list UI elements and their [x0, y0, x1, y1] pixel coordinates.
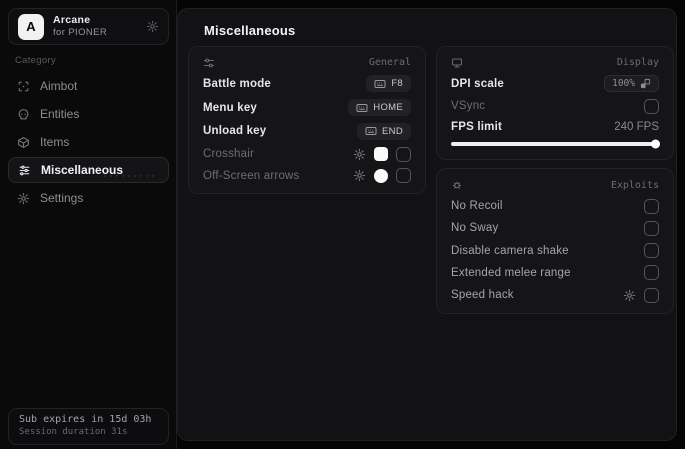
crosshair-checkbox[interactable] — [396, 146, 411, 162]
no-recoil-checkbox[interactable] — [644, 198, 659, 214]
gear-icon[interactable] — [146, 20, 159, 33]
fps-limit-value: 240 FPS — [614, 120, 659, 133]
keybind-chip[interactable]: END — [357, 122, 411, 140]
keyboard-icon — [374, 79, 386, 89]
sliders-icon — [203, 57, 215, 69]
keybind-value: F8 — [391, 78, 403, 90]
keybind-chip[interactable]: HOME — [348, 99, 411, 117]
app-name: Arcane — [53, 14, 91, 26]
subscription-card: Sub expires in 15d 03h Session duration … — [8, 408, 169, 445]
keybind-chip[interactable]: F8 — [366, 75, 411, 93]
exploits-panel: Exploits No Recoil No Sway Disable camer… — [436, 168, 674, 314]
gear-icon — [17, 192, 30, 205]
general-panel: General Battle mode F8 Menu key HOME Unl… — [188, 46, 426, 194]
package-box-icon — [17, 136, 30, 149]
setting-row-dpi-scale: DPI scale 100% — [451, 75, 659, 93]
sidebar-item-items[interactable]: Items — [8, 129, 169, 155]
setting-row-fps-limit: FPS limit 240 FPS — [451, 120, 659, 133]
keyboard-icon — [365, 126, 377, 136]
disable-camera-shake-checkbox[interactable] — [644, 243, 659, 259]
crosshair-color-swatch[interactable] — [374, 147, 388, 162]
panel-title: Exploits — [610, 179, 659, 191]
scale-resize-icon — [640, 78, 651, 89]
keybind-value: END — [382, 125, 403, 137]
sidebar: A Arcane for PIONER Category Aimbot Enti… — [0, 0, 177, 449]
category-label: Category — [15, 55, 56, 66]
session-duration-text: Session duration 31s — [19, 427, 128, 437]
setting-row-battle-mode: Battle mode F8 — [203, 75, 411, 93]
offscreen-arrows-color-swatch[interactable] — [374, 168, 388, 183]
dpi-scale-value: 100% — [612, 78, 635, 90]
fps-limit-slider[interactable] — [451, 139, 660, 149]
sidebar-item-label: Aimbot — [40, 79, 78, 93]
monitor-icon — [451, 57, 463, 69]
setting-row-offscreen-arrows: Off-Screen arrows — [203, 168, 411, 184]
offscreen-arrows-checkbox[interactable] — [396, 168, 411, 184]
slider-track — [451, 142, 659, 147]
sidebar-item-entities[interactable]: Entities — [8, 101, 169, 127]
app-tagline: for PIONER — [53, 27, 108, 39]
sliders-icon — [18, 164, 31, 177]
setting-row-extended-melee-range: Extended melee range — [451, 265, 659, 281]
keyboard-icon — [356, 103, 368, 113]
setting-row-no-sway: No Sway — [451, 220, 659, 236]
sidebar-item-label: Entities — [40, 107, 80, 121]
dots-decoration — [102, 173, 158, 179]
no-sway-checkbox[interactable] — [644, 220, 659, 236]
extended-melee-range-checkbox[interactable] — [644, 265, 659, 281]
sub-expires-text: Sub expires in 15d 03h — [19, 414, 152, 425]
app-logo: A — [18, 13, 44, 40]
sidebar-item-miscellaneous[interactable]: Miscellaneous — [8, 157, 169, 183]
crosshair-scan-icon — [17, 80, 30, 93]
bug-icon — [451, 179, 463, 191]
panel-title: General — [368, 57, 411, 69]
setting-row-disable-camera-shake: Disable camera shake — [451, 243, 659, 259]
page-title: Miscellaneous — [204, 23, 296, 38]
display-panel: Display DPI scale 100% VSync FPS limit 2… — [436, 46, 674, 160]
main-content: Miscellaneous General Battle mode F8 Men… — [177, 8, 677, 441]
sidebar-item-settings[interactable]: Settings — [8, 185, 169, 211]
vsync-checkbox[interactable] — [644, 98, 659, 114]
slider-thumb[interactable] — [651, 139, 660, 149]
speed-hack-checkbox[interactable] — [644, 287, 659, 303]
panel-title: Display — [616, 57, 659, 69]
gear-icon[interactable] — [353, 169, 366, 182]
setting-row-unload-key: Unload key END — [203, 122, 411, 140]
sidebar-item-aimbot[interactable]: Aimbot — [8, 73, 169, 99]
setting-row-menu-key: Menu key HOME — [203, 99, 411, 117]
gear-icon[interactable] — [353, 148, 366, 161]
keybind-value: HOME — [373, 102, 403, 114]
sidebar-item-label: Settings — [40, 191, 84, 205]
app-window: A Arcane for PIONER Category Aimbot Enti… — [0, 0, 685, 449]
dpi-scale-select[interactable]: 100% — [604, 75, 659, 93]
setting-row-crosshair: Crosshair — [203, 146, 411, 162]
setting-row-speed-hack: Speed hack — [451, 287, 659, 303]
setting-row-no-recoil: No Recoil — [451, 198, 659, 214]
brand-card: A Arcane for PIONER — [8, 8, 169, 45]
gear-icon[interactable] — [623, 289, 636, 302]
skull-icon — [17, 108, 30, 121]
setting-row-vsync: VSync — [451, 98, 659, 114]
sidebar-item-label: Items — [40, 135, 70, 149]
